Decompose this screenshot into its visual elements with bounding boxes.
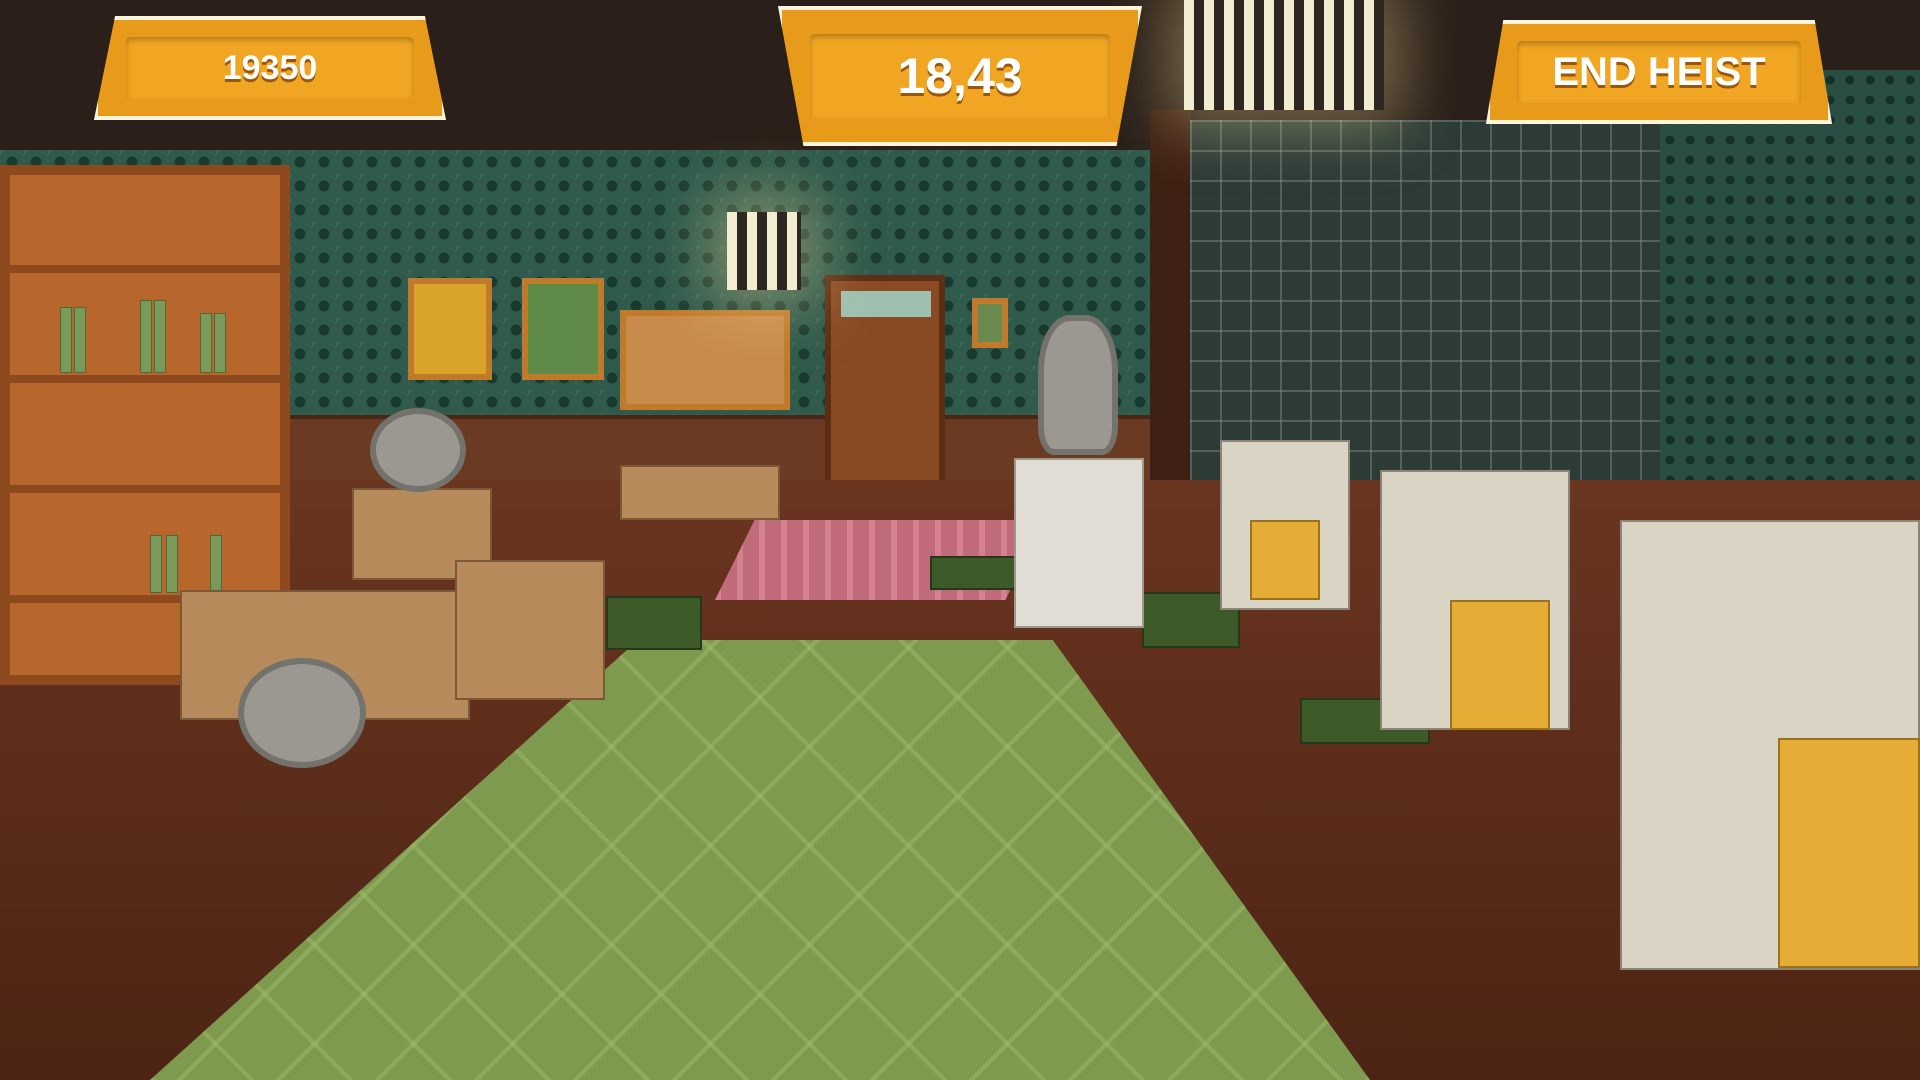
book [200, 313, 212, 373]
cash-stack-icon[interactable] [930, 556, 1018, 590]
desk-drawer [1450, 600, 1550, 730]
coin-icon[interactable] [238, 658, 366, 768]
end-heist-label: END HEIST [1517, 41, 1801, 103]
end-heist-button[interactable]: END HEIST [1486, 20, 1832, 124]
book [154, 300, 166, 373]
office-door[interactable] [825, 275, 945, 495]
cardboard-box [620, 465, 780, 520]
painting-city [522, 278, 604, 380]
timer-value: 18,43 [810, 33, 1110, 119]
timer-panel: 18,43 [778, 6, 1142, 146]
statue-icon[interactable] [1038, 315, 1118, 455]
book [210, 535, 222, 593]
book [140, 300, 152, 373]
game-scene [0, 0, 1920, 1080]
book [74, 307, 86, 373]
door-window [841, 291, 931, 317]
book [150, 535, 162, 593]
score-value: 19350 [125, 37, 415, 99]
cash-stack-icon[interactable] [606, 596, 702, 650]
coin-icon[interactable] [370, 408, 466, 492]
painting-flower [408, 278, 492, 380]
score-panel: 19350 [94, 16, 446, 120]
ceiling-lamp [1184, 0, 1384, 110]
glass-block-wall [1190, 120, 1660, 480]
marble-pedestal [1014, 458, 1144, 628]
small-painting [972, 298, 1008, 348]
book [214, 313, 226, 373]
right-wall [1660, 70, 1920, 490]
desk-drawer [1250, 520, 1320, 600]
shelf-board [10, 375, 280, 383]
ceiling-lamp [727, 212, 801, 290]
bulletin-board [620, 310, 790, 410]
shelf-board [10, 485, 280, 493]
desk-drawer [1778, 738, 1920, 968]
shelf-board [10, 265, 280, 273]
cardboard-box [455, 560, 605, 700]
book [166, 535, 178, 593]
book [60, 307, 72, 373]
